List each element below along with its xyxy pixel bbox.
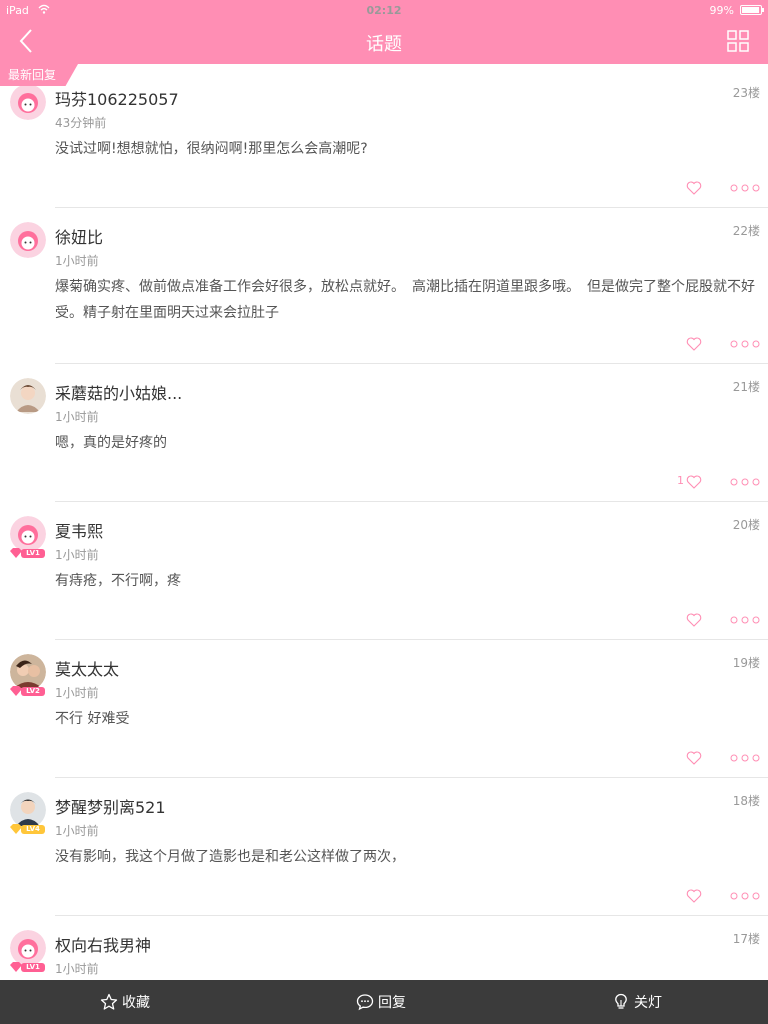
level-badge: LV1 (10, 962, 46, 972)
username[interactable]: 权向右我男神 (55, 932, 151, 956)
status-bar: iPad 02:12 99% (0, 0, 768, 20)
floor-number: 17楼 (732, 932, 760, 946)
post-time: 1小时前 (55, 254, 99, 268)
photo-avatar-icon[interactable] (10, 792, 46, 828)
reply-list[interactable]: 玛芬106225057 23楼 43分钟前 没试过啊!想想就怕，很纳闷啊!那里怎… (0, 64, 768, 980)
reply-actions (670, 888, 760, 904)
reply-item: 徐妞比 22楼 1小时前 爆菊确实疼、做前做点准备工作会好很多，放松点就好。 高… (0, 208, 768, 364)
post-time: 1小时前 (55, 824, 99, 838)
reply-label: 回复 (378, 995, 406, 1011)
photo-avatar-icon[interactable] (10, 378, 46, 414)
heart-icon[interactable] (686, 888, 702, 904)
favorite-button[interactable]: 收藏 (100, 980, 150, 1024)
reply-actions: 1 (670, 474, 760, 490)
reply-content: 嗯，真的是好疼的 (55, 435, 167, 451)
username[interactable]: 莫太太太 (55, 656, 119, 680)
clock: 02:12 (366, 4, 402, 17)
reply-content: 没有影响，我这个月做了造影也是和老公这样做了两次， (55, 849, 405, 865)
heart-icon[interactable] (686, 180, 702, 196)
default-avatar-icon[interactable] (10, 930, 46, 966)
floor-number: 21楼 (732, 380, 760, 394)
more-options-icon[interactable] (730, 340, 760, 348)
battery-percentage: 99% (709, 4, 734, 17)
default-avatar-icon[interactable] (10, 222, 46, 258)
reply-item: LV4 梦醒梦别离521 18楼 1小时前 没有影响，我这个月做了造影也是和老公… (0, 778, 768, 916)
reply-item: 采蘑菇的小姑娘... 21楼 1小时前 嗯，真的是好疼的 1 (0, 364, 768, 502)
floor-number: 18楼 (732, 794, 760, 808)
heart-icon[interactable] (686, 750, 702, 766)
more-options-icon[interactable] (730, 184, 760, 192)
comment-bubble-icon (356, 994, 374, 1011)
like-count: 1 (677, 474, 684, 487)
reply-content: 爆菊确实疼、做前做点准备工作会好很多，放松点就好。 高潮比插在阴道里跟多哦。 但… (55, 279, 755, 321)
reply-item: LV2 莫太太太 19楼 1小时前 不行 好难受 (0, 640, 768, 778)
default-avatar-icon[interactable] (10, 84, 46, 120)
username[interactable]: 梦醒梦别离521 (55, 794, 166, 818)
post-time: 1小时前 (55, 548, 99, 562)
top-bar: iPad 02:12 99% 话题 (0, 0, 768, 64)
post-time: 43分钟前 (55, 116, 107, 130)
favorite-label: 收藏 (122, 995, 150, 1011)
heart-icon[interactable] (686, 336, 702, 352)
page-title: 话题 (366, 34, 402, 55)
latest-replies-label: 最新回复 (0, 64, 78, 86)
more-options-icon[interactable] (730, 478, 760, 486)
grid-menu-icon[interactable] (726, 29, 750, 53)
reply-actions (670, 750, 760, 766)
level-badge: LV2 (10, 686, 46, 696)
battery-icon (740, 5, 764, 15)
level-badge: LV4 (10, 824, 46, 834)
reply-item: LV1 权向右我男神 17楼 1小时前 (0, 916, 768, 980)
reply-item: 玛芬106225057 23楼 43分钟前 没试过啊!想想就怕，很纳闷啊!那里怎… (0, 64, 768, 208)
reply-button[interactable]: 回复 (356, 980, 406, 1024)
lights-off-button[interactable]: 关灯 (612, 980, 662, 1024)
floor-number: 20楼 (732, 518, 760, 532)
floor-number: 23楼 (732, 86, 760, 100)
heart-icon[interactable] (686, 612, 702, 628)
post-time: 1小时前 (55, 962, 99, 976)
level-badge: LV1 (10, 548, 46, 558)
default-avatar-icon[interactable] (10, 516, 46, 552)
lights-off-label: 关灯 (634, 995, 662, 1011)
nav-bar: 话题 (0, 20, 768, 64)
more-options-icon[interactable] (730, 616, 760, 624)
photo-avatar-icon[interactable] (10, 654, 46, 690)
post-time: 1小时前 (55, 686, 99, 700)
username[interactable]: 夏韦熙 (55, 518, 103, 542)
reply-item: LV1 夏韦熙 20楼 1小时前 有痔疮，不行啊，疼 (0, 502, 768, 640)
username[interactable]: 徐妞比 (55, 224, 103, 248)
lightbulb-icon (615, 993, 627, 1009)
heart-icon[interactable] (686, 474, 702, 490)
reply-actions (670, 180, 760, 196)
username[interactable]: 采蘑菇的小姑娘... (55, 380, 182, 404)
reply-actions (670, 336, 760, 352)
reply-content: 不行 好难受 (55, 711, 130, 727)
more-options-icon[interactable] (730, 754, 760, 762)
floor-number: 22楼 (732, 224, 760, 238)
reply-content: 没试过啊!想想就怕，很纳闷啊!那里怎么会高潮呢? (55, 141, 368, 157)
bottom-toolbar: 收藏 回复 关灯 (0, 980, 768, 1024)
reply-actions (670, 612, 760, 628)
more-options-icon[interactable] (730, 892, 760, 900)
post-time: 1小时前 (55, 410, 99, 424)
username[interactable]: 玛芬106225057 (55, 86, 179, 110)
reply-content: 有痔疮，不行啊，疼 (55, 573, 181, 589)
star-icon (100, 993, 118, 1010)
floor-number: 19楼 (732, 656, 760, 670)
